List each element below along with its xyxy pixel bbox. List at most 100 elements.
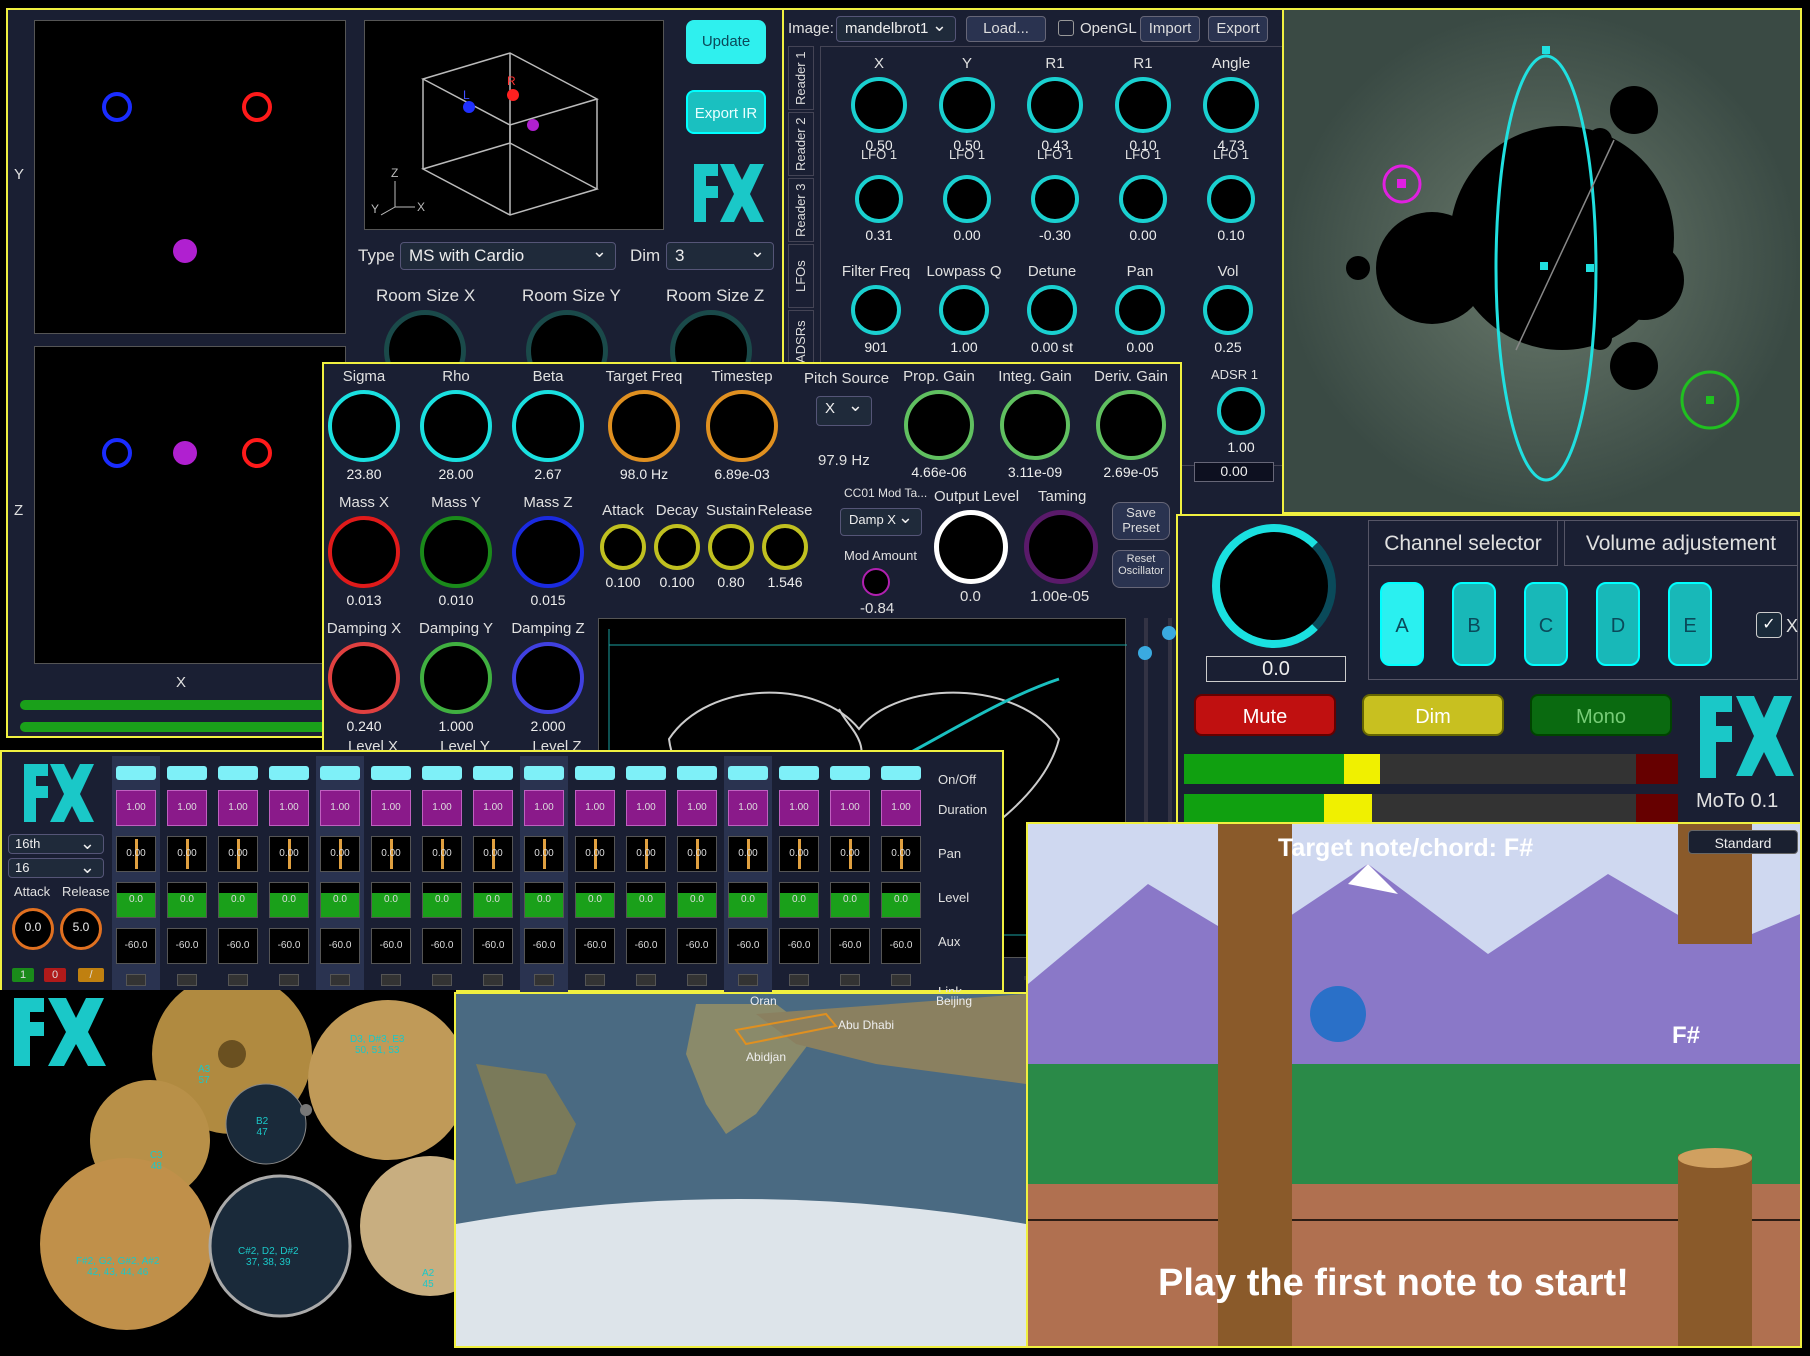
seq-pan[interactable]: 0.00 (830, 836, 870, 872)
seq-link[interactable] (891, 974, 911, 986)
tag-slash[interactable]: / (78, 968, 104, 982)
load-button[interactable]: Load... (966, 16, 1046, 42)
seq-pan[interactable]: 0.00 (422, 836, 462, 872)
seq-on-off[interactable] (830, 766, 870, 780)
seq-duration[interactable]: 1.00 (473, 790, 513, 826)
adsr-knob[interactable] (1217, 387, 1265, 435)
seq-level[interactable]: 0.0 (320, 882, 360, 918)
seq-pan[interactable]: 0.00 (116, 836, 156, 872)
seq-duration[interactable]: 1.00 (575, 790, 615, 826)
world-map[interactable]: Oran Beijing Abu Dhabi Abidjan (454, 992, 1028, 1348)
mass-1-knob[interactable] (420, 516, 492, 588)
chaos-2-knob[interactable] (512, 390, 584, 462)
seq-aux[interactable]: -60.0 (881, 928, 921, 964)
seq-duration[interactable]: 1.00 (269, 790, 309, 826)
seq-duration[interactable]: 1.00 (830, 790, 870, 826)
seq-on-off[interactable] (728, 766, 768, 780)
mute-button[interactable]: Mute (1194, 694, 1336, 736)
env-0-knob[interactable] (600, 524, 646, 570)
seq-link[interactable] (432, 974, 452, 986)
mandelbrot-view[interactable] (1282, 8, 1802, 514)
seq-level[interactable]: 0.0 (473, 882, 513, 918)
seq-pan[interactable]: 0.00 (167, 836, 207, 872)
channel-button-b[interactable]: B (1452, 582, 1496, 666)
xy-pad[interactable] (34, 20, 346, 334)
mode-button[interactable]: Standard (1688, 830, 1798, 854)
chaos-3-knob[interactable] (608, 390, 680, 462)
mass-0-knob[interactable] (328, 516, 400, 588)
damping-2-knob[interactable] (512, 642, 584, 714)
seq-duration[interactable]: 1.00 (779, 790, 819, 826)
seq-link[interactable] (279, 974, 299, 986)
channel-button-c[interactable]: C (1524, 582, 1568, 666)
mod-amount-knob[interactable] (862, 568, 890, 596)
seq-on-off[interactable] (524, 766, 564, 780)
seq-level[interactable]: 0.0 (116, 882, 156, 918)
seq-aux[interactable]: -60.0 (218, 928, 258, 964)
seq-link[interactable] (381, 974, 401, 986)
seq-link[interactable] (789, 974, 809, 986)
seq-level[interactable]: 0.0 (269, 882, 309, 918)
seq-pan[interactable]: 0.00 (677, 836, 717, 872)
tab-reader-1[interactable]: Reader 1 (788, 46, 814, 110)
reader-row1-3-knob[interactable] (1115, 77, 1171, 133)
reader-row1-4-knob[interactable] (1203, 77, 1259, 133)
seq-level[interactable]: 0.0 (881, 882, 921, 918)
xz-pad[interactable] (34, 346, 346, 664)
export-button[interactable]: Export (1208, 16, 1268, 42)
reader-row2-4-knob[interactable] (1207, 175, 1255, 223)
seq-aux[interactable]: -60.0 (422, 928, 462, 964)
tab-reader-3[interactable]: Reader 3 (788, 178, 814, 242)
seq-level[interactable]: 0.0 (575, 882, 615, 918)
seq-duration[interactable]: 1.00 (371, 790, 411, 826)
chaos-4-knob[interactable] (706, 390, 778, 462)
seq-aux[interactable]: -60.0 (728, 928, 768, 964)
reader-row1-2-knob[interactable] (1027, 77, 1083, 133)
channel-button-d[interactable]: D (1596, 582, 1640, 666)
seq-aux[interactable]: -60.0 (320, 928, 360, 964)
seq-on-off[interactable] (779, 766, 819, 780)
seq-duration[interactable]: 1.00 (677, 790, 717, 826)
seq-duration[interactable]: 1.00 (320, 790, 360, 826)
env-1-knob[interactable] (654, 524, 700, 570)
moto-main-knob[interactable] (1212, 524, 1336, 648)
seq-level[interactable]: 0.0 (728, 882, 768, 918)
seq-duration[interactable]: 1.00 (728, 790, 768, 826)
type-select[interactable]: MS with Cardio (400, 241, 616, 270)
seq-aux[interactable]: -60.0 (269, 928, 309, 964)
env-2-knob[interactable] (708, 524, 754, 570)
damping-0-knob[interactable] (328, 642, 400, 714)
chaos-0-knob[interactable] (328, 390, 400, 462)
lfo-select-1[interactable]: LFO 1 (929, 147, 1005, 162)
channel-x-checkbox[interactable]: ✓ (1756, 612, 1782, 638)
reader-row3-4-knob[interactable] (1203, 285, 1253, 335)
seq-on-off[interactable] (575, 766, 615, 780)
seq-link[interactable] (228, 974, 248, 986)
seq-on-off[interactable] (677, 766, 717, 780)
opengl-checkbox[interactable] (1058, 20, 1074, 36)
seq-level[interactable]: 0.0 (524, 882, 564, 918)
tag-0[interactable]: 0 (44, 968, 66, 982)
seq-duration[interactable]: 1.00 (626, 790, 666, 826)
seq-aux[interactable]: -60.0 (524, 928, 564, 964)
seq-on-off[interactable] (218, 766, 258, 780)
reset-oscillator-button[interactable]: Reset Oscillator (1112, 550, 1170, 588)
seq-level[interactable]: 0.0 (218, 882, 258, 918)
seq-pan[interactable]: 0.00 (473, 836, 513, 872)
seq-pan[interactable]: 0.00 (575, 836, 615, 872)
seq-aux[interactable]: -60.0 (626, 928, 666, 964)
import-button[interactable]: Import (1140, 16, 1200, 42)
save-preset-button[interactable]: Save Preset (1112, 502, 1170, 540)
seq-on-off[interactable] (167, 766, 207, 780)
seq-pan[interactable]: 0.00 (626, 836, 666, 872)
lfo-select-3[interactable]: LFO 1 (1105, 147, 1181, 162)
seq-on-off[interactable] (371, 766, 411, 780)
seq-pan[interactable]: 0.00 (524, 836, 564, 872)
output-level-knob[interactable] (934, 510, 1008, 584)
seq-level[interactable]: 0.0 (779, 882, 819, 918)
tab-channel-selector[interactable]: Channel selector (1368, 520, 1558, 566)
channel-button-a[interactable]: A (1380, 582, 1424, 666)
seq-link[interactable] (687, 974, 707, 986)
seq-on-off[interactable] (881, 766, 921, 780)
taming-knob[interactable] (1024, 510, 1098, 584)
